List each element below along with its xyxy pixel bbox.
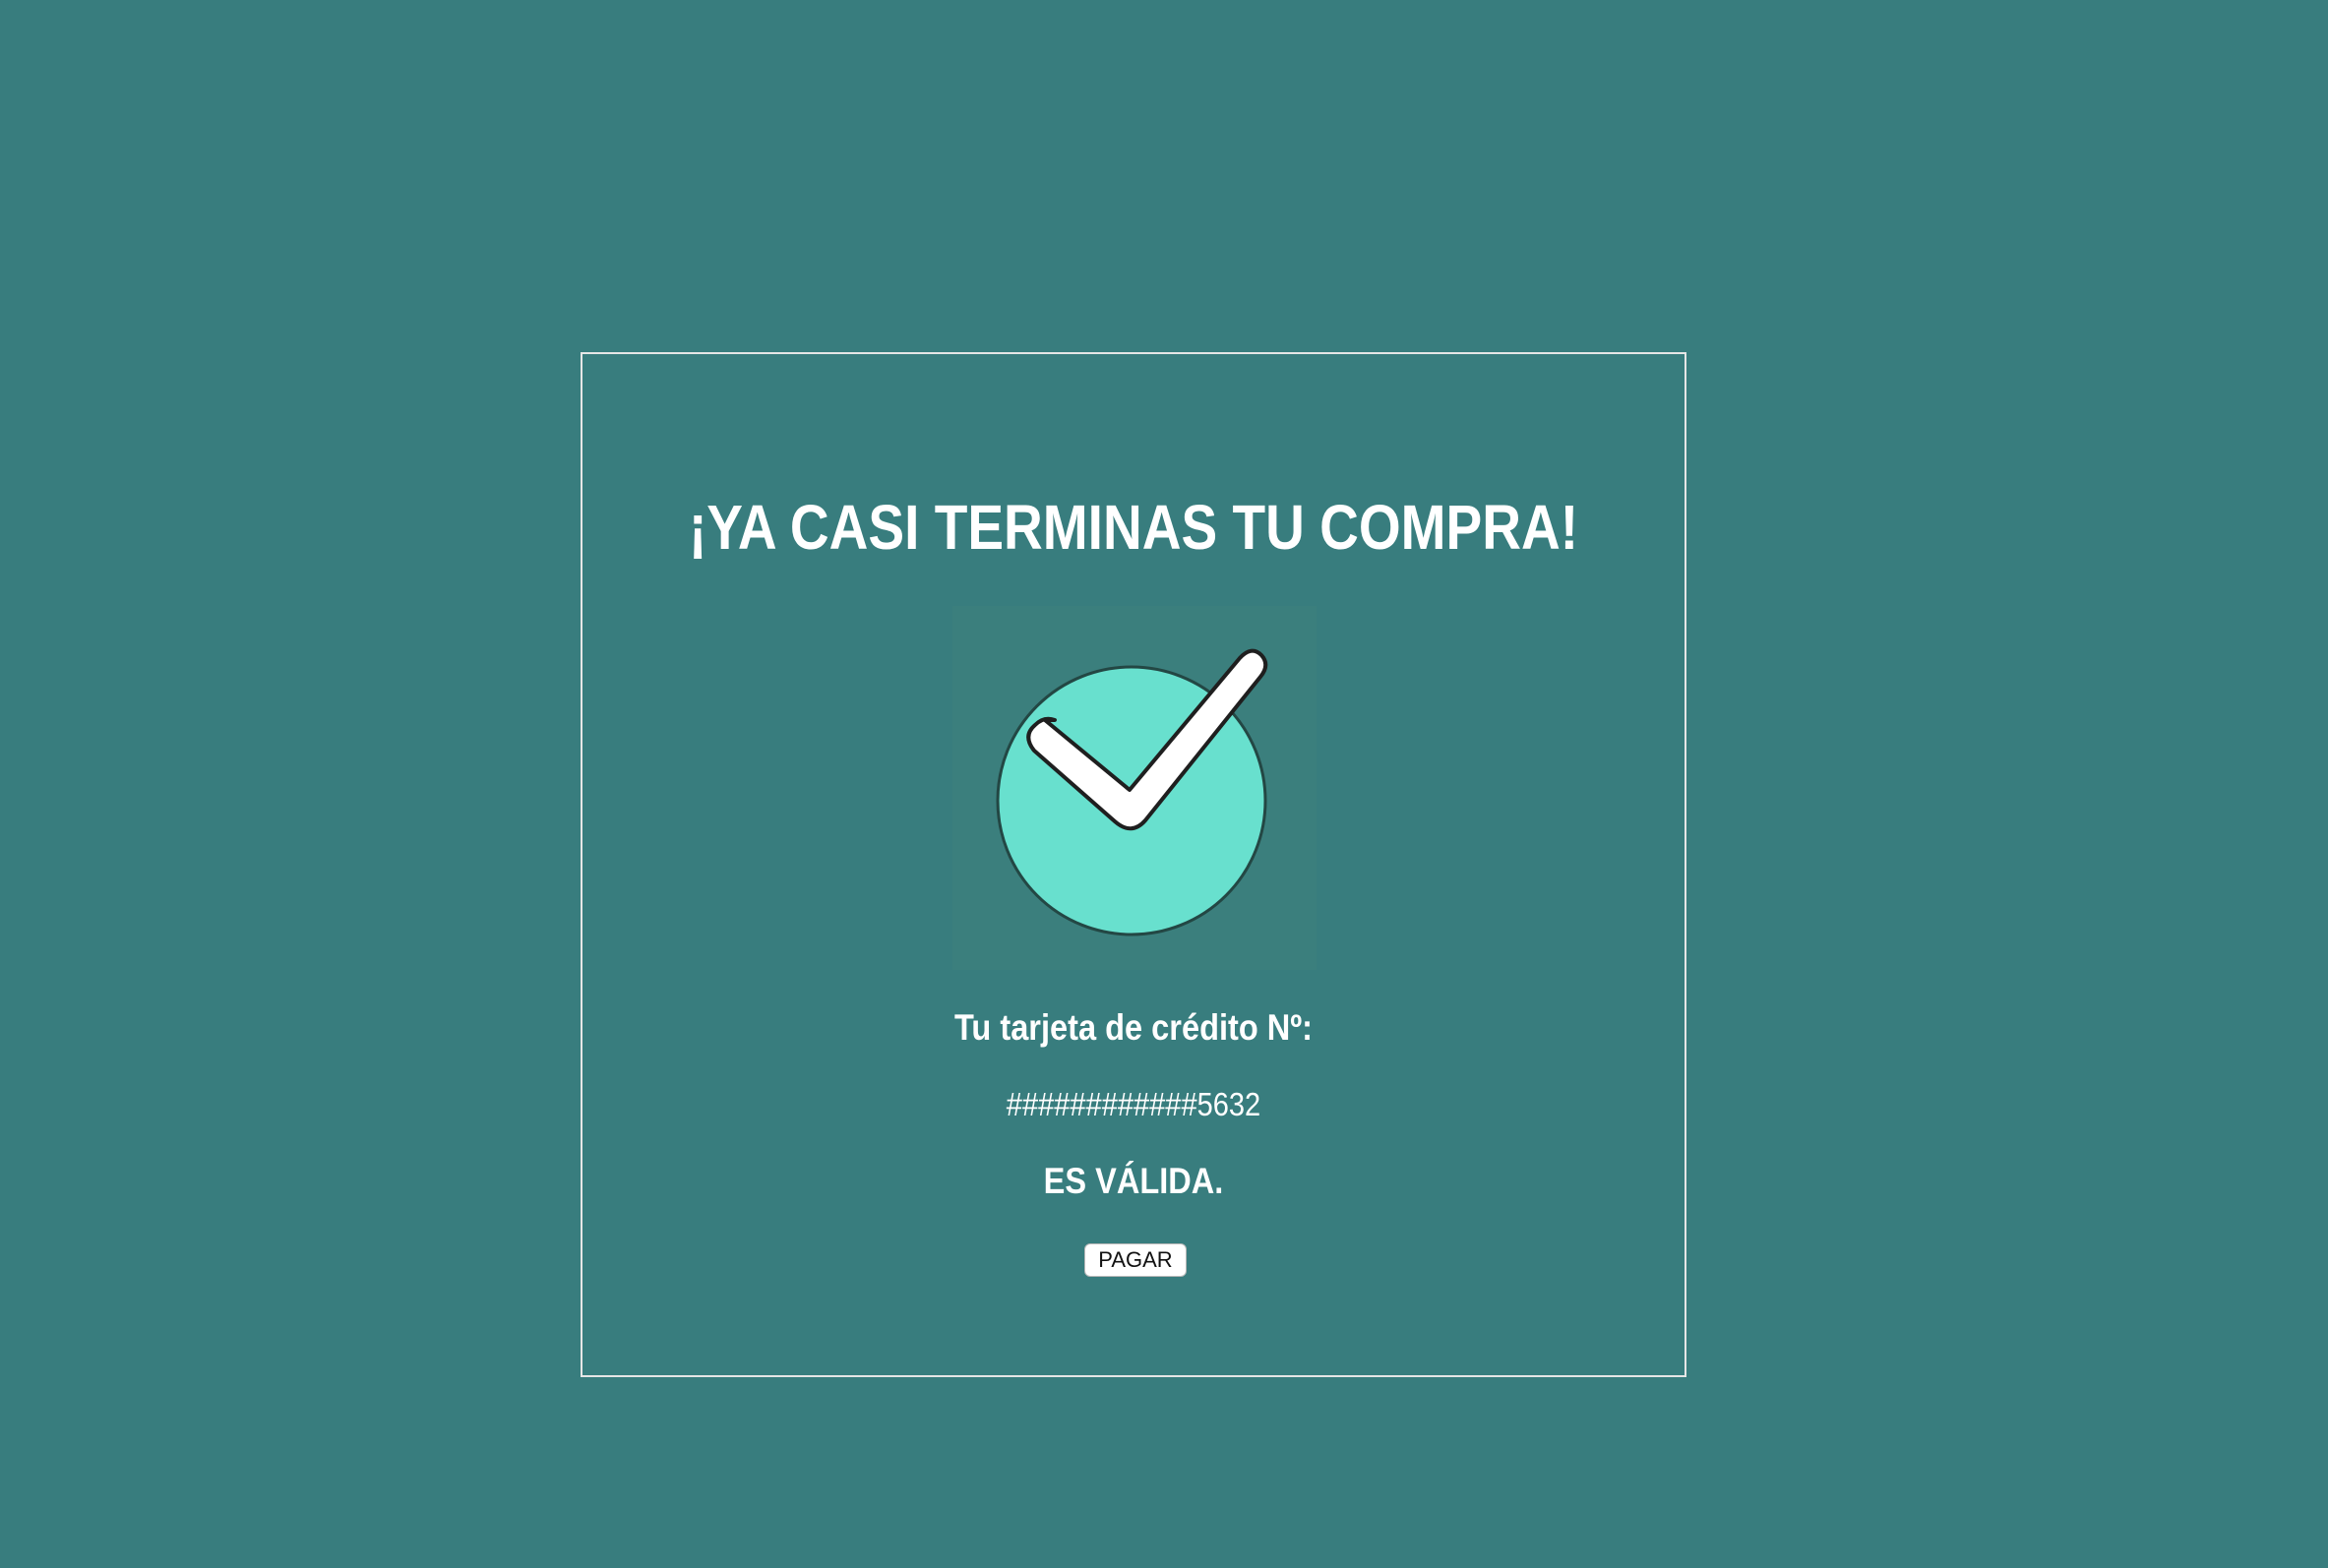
card-label: Tu tarjeta de crédito Nº: [953, 1007, 1314, 1048]
check-circle-icon [952, 606, 1317, 970]
checkout-card: ¡YA CASI TERMINAS TU COMPRA! Tu tarjeta … [581, 352, 1686, 1377]
page-title: ¡YA CASI TERMINAS TU COMPRA! [688, 492, 1579, 563]
pay-button[interactable]: PAGAR [1084, 1243, 1187, 1277]
card-number: ############5632 [1006, 1086, 1261, 1122]
status-label: ES VÁLIDA. [1043, 1161, 1224, 1201]
